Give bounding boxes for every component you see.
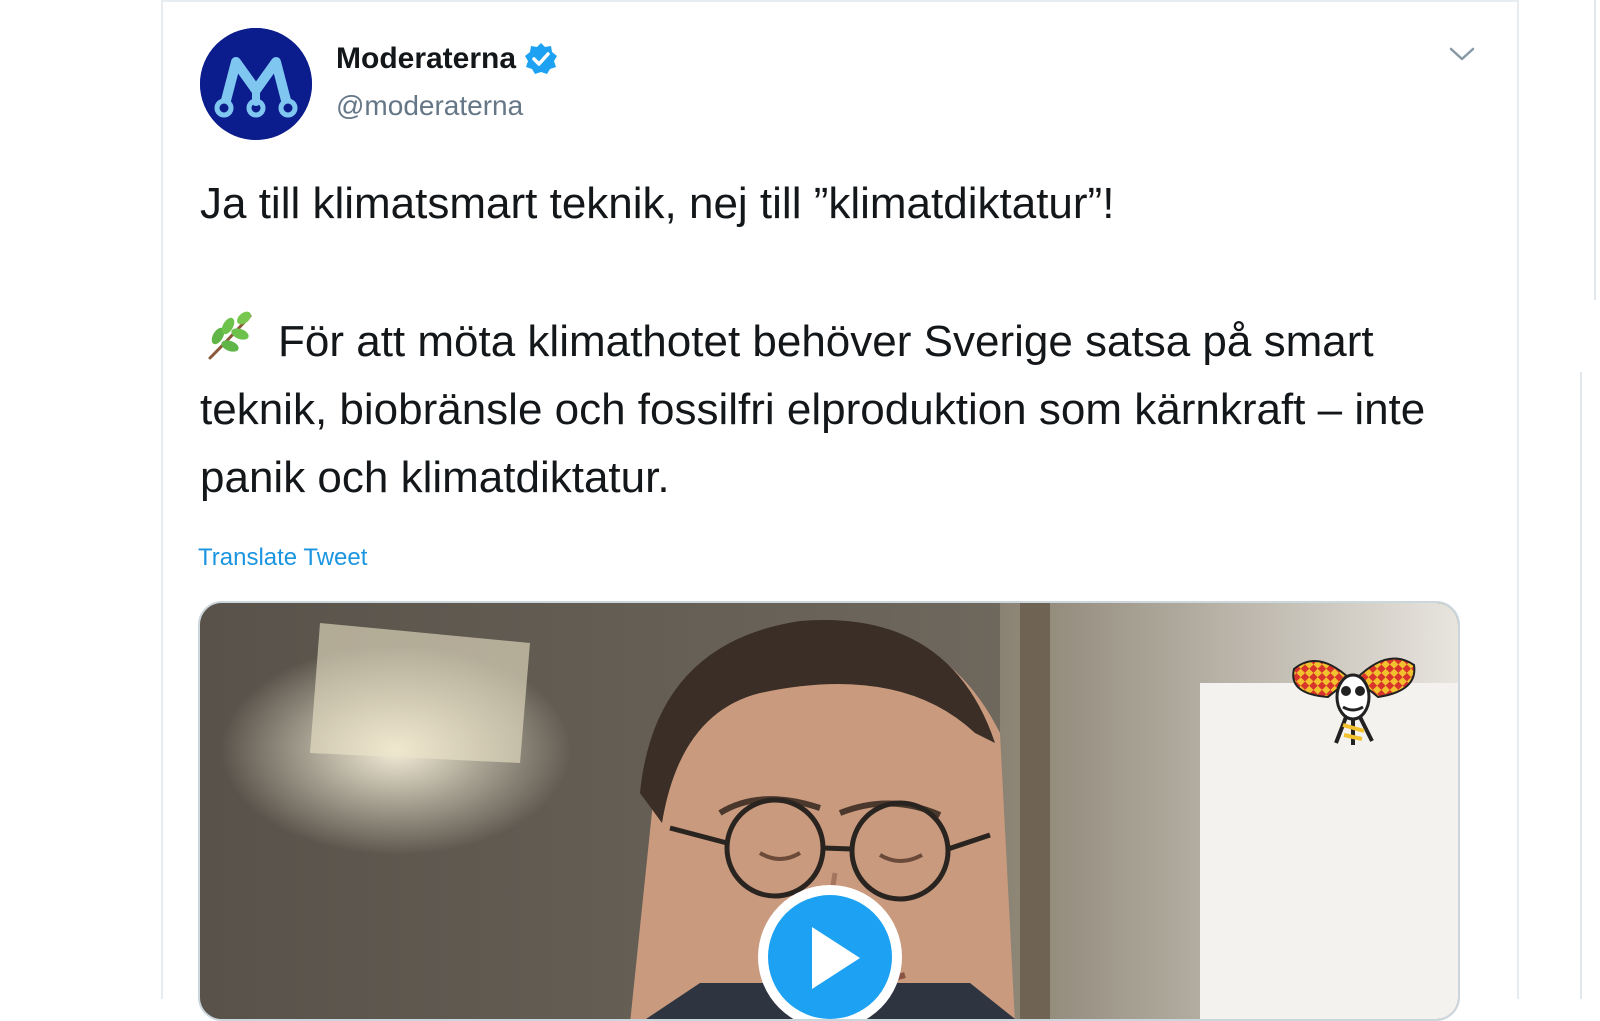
avatar[interactable] (200, 28, 312, 140)
tweet-text-paragraph2-text: För att möta klimathotet behöver Sverige… (200, 317, 1426, 502)
more-options-button[interactable] (1445, 40, 1479, 68)
tweet-text-paragraph2: För att möta klimathotet behöver Sverige… (200, 306, 1480, 512)
play-button-circle (768, 895, 892, 1019)
chevron-down-icon (1449, 47, 1475, 61)
scrollbar-track[interactable] (1594, 0, 1596, 300)
display-name[interactable]: Moderaterna (336, 42, 558, 76)
display-name-text[interactable]: Moderaterna (336, 42, 516, 76)
tweet-text-line1: Ja till klimatsmart teknik, nej till ”kl… (200, 179, 1115, 228)
tweet-text: Ja till klimatsmart teknik, nej till ”kl… (200, 170, 1480, 512)
moderaterna-logo-icon (200, 28, 312, 140)
translate-tweet-link[interactable]: Translate Tweet (198, 544, 367, 572)
herb-icon (200, 306, 260, 366)
verified-badge-icon (524, 42, 558, 76)
play-button[interactable] (758, 885, 902, 1019)
video-player[interactable] (198, 601, 1460, 1021)
tweet-card[interactable]: Moderaterna @moderaterna Ja till klimats… (161, 0, 1519, 1021)
right-panel-edge (1580, 372, 1600, 999)
handle[interactable]: @moderaterna (336, 90, 523, 122)
wasp-logo-icon (1288, 639, 1418, 749)
play-icon (812, 927, 860, 989)
